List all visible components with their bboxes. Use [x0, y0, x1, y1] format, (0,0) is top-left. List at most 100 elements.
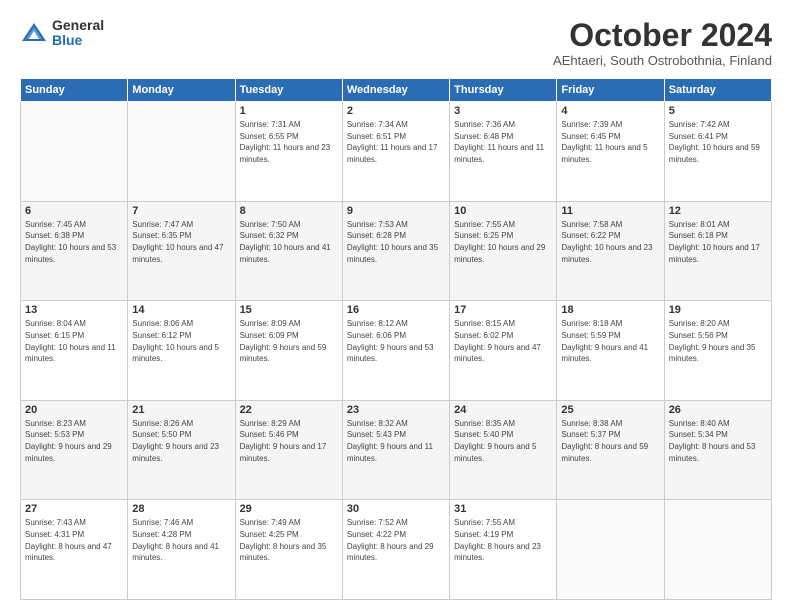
day-number: 6 [25, 205, 123, 217]
calendar-cell: 6Sunrise: 7:45 AM Sunset: 6:38 PM Daylig… [21, 201, 128, 301]
day-number: 16 [347, 304, 445, 316]
day-number: 7 [132, 205, 230, 217]
calendar-week-row: 13 Sunrise: 8:04 AM Sunset: 6:15 PM Dayli… [21, 301, 772, 401]
calendar-cell [557, 500, 664, 600]
calendar-table: SundayMondayTuesdayWednesdayThursdayFrid… [20, 78, 772, 600]
calendar-cell: 31 Sunrise: 7:55 AM Sunset: 4:19 PM Dayli… [450, 500, 557, 600]
day-number: 19 [669, 304, 767, 316]
calendar-cell: 22Sunrise: 8:29 AM Sunset: 5:46 PM Dayli… [235, 400, 342, 500]
day-number: 18 [561, 304, 659, 316]
day-number: 10 [454, 205, 552, 217]
day-info: Sunrise: 8:04 AM Sunset: 6:15 PM Dayligh… [25, 318, 123, 364]
calendar-week-row: 20Sunrise: 8:23 AM Sunset: 5:53 PM Dayli… [21, 400, 772, 500]
logo-blue-label: Blue [52, 33, 104, 48]
calendar-cell: 1Sunrise: 7:31 AM Sunset: 6:55 PM Daylig… [235, 102, 342, 202]
day-info: Sunrise: 7:46 AM Sunset: 4:28 PM Dayligh… [132, 517, 230, 563]
calendar-cell: 20Sunrise: 8:23 AM Sunset: 5:53 PM Dayli… [21, 400, 128, 500]
calendar-cell: 25 Sunrise: 8:38 AM Sunset: 5:37 PM Dayli… [557, 400, 664, 500]
day-number: 1 [240, 105, 338, 117]
logo-icon [20, 19, 48, 47]
day-number: 11 [561, 205, 659, 217]
calendar-cell: 9Sunrise: 7:53 AM Sunset: 6:28 PM Daylig… [342, 201, 449, 301]
calendar-cell: 19 Sunrise: 8:20 AM Sunset: 5:56 PM Dayli… [664, 301, 771, 401]
calendar-cell: 24 Sunrise: 8:35 AM Sunset: 5:40 PM Dayli… [450, 400, 557, 500]
day-info: Sunrise: 8:26 AM Sunset: 5:50 PM Dayligh… [132, 418, 230, 464]
page: General Blue October 2024 AEhtaeri, Sout… [0, 0, 792, 612]
day-info: Sunrise: 8:15 AM Sunset: 6:02 PM Dayligh… [454, 318, 552, 364]
day-info: Sunrise: 7:39 AM Sunset: 6:45 PM Dayligh… [561, 119, 659, 165]
calendar-cell: 18 Sunrise: 8:18 AM Sunset: 5:59 PM Dayli… [557, 301, 664, 401]
header: General Blue October 2024 AEhtaeri, Sout… [20, 18, 772, 68]
day-info: Sunrise: 8:32 AM Sunset: 5:43 PM Dayligh… [347, 418, 445, 464]
day-number: 23 [347, 404, 445, 416]
day-number: 21 [132, 404, 230, 416]
day-number: 25 [561, 404, 659, 416]
day-number: 12 [669, 205, 767, 217]
title-location: AEhtaeri, South Ostrobothnia, Finland [553, 53, 772, 68]
day-info: Sunrise: 8:29 AM Sunset: 5:46 PM Dayligh… [240, 418, 338, 464]
logo-text: General Blue [52, 18, 104, 49]
calendar-cell: 2Sunrise: 7:34 AM Sunset: 6:51 PM Daylig… [342, 102, 449, 202]
col-header-sunday: Sunday [21, 79, 128, 102]
calendar-cell: 4 Sunrise: 7:39 AM Sunset: 6:45 PM Daylig… [557, 102, 664, 202]
calendar-cell: 7Sunrise: 7:47 AM Sunset: 6:35 PM Daylig… [128, 201, 235, 301]
day-info: Sunrise: 7:55 AM Sunset: 4:19 PM Dayligh… [454, 517, 552, 563]
calendar-cell: 15Sunrise: 8:09 AM Sunset: 6:09 PM Dayli… [235, 301, 342, 401]
calendar-cell: 21 Sunrise: 8:26 AM Sunset: 5:50 PM Dayli… [128, 400, 235, 500]
day-number: 17 [454, 304, 552, 316]
day-number: 28 [132, 503, 230, 515]
day-info: Sunrise: 8:20 AM Sunset: 5:56 PM Dayligh… [669, 318, 767, 364]
calendar-cell [664, 500, 771, 600]
title-block: October 2024 AEhtaeri, South Ostrobothni… [553, 18, 772, 68]
calendar-week-row: 6Sunrise: 7:45 AM Sunset: 6:38 PM Daylig… [21, 201, 772, 301]
calendar-cell: 11 Sunrise: 7:58 AM Sunset: 6:22 PM Dayli… [557, 201, 664, 301]
col-header-wednesday: Wednesday [342, 79, 449, 102]
calendar-cell: 13 Sunrise: 8:04 AM Sunset: 6:15 PM Dayli… [21, 301, 128, 401]
title-month: October 2024 [553, 18, 772, 53]
day-number: 2 [347, 105, 445, 117]
day-info: Sunrise: 8:18 AM Sunset: 5:59 PM Dayligh… [561, 318, 659, 364]
day-info: Sunrise: 8:12 AM Sunset: 6:06 PM Dayligh… [347, 318, 445, 364]
day-info: Sunrise: 8:01 AM Sunset: 6:18 PM Dayligh… [669, 219, 767, 265]
logo-general-label: General [52, 18, 104, 33]
calendar-cell [21, 102, 128, 202]
day-number: 29 [240, 503, 338, 515]
calendar-cell: 14Sunrise: 8:06 AM Sunset: 6:12 PM Dayli… [128, 301, 235, 401]
calendar-week-row: 1Sunrise: 7:31 AM Sunset: 6:55 PM Daylig… [21, 102, 772, 202]
day-info: Sunrise: 8:09 AM Sunset: 6:09 PM Dayligh… [240, 318, 338, 364]
col-header-tuesday: Tuesday [235, 79, 342, 102]
day-info: Sunrise: 8:38 AM Sunset: 5:37 PM Dayligh… [561, 418, 659, 464]
calendar-cell: 8 Sunrise: 7:50 AM Sunset: 6:32 PM Daylig… [235, 201, 342, 301]
calendar-cell: 10 Sunrise: 7:55 AM Sunset: 6:25 PM Dayli… [450, 201, 557, 301]
day-info: Sunrise: 8:35 AM Sunset: 5:40 PM Dayligh… [454, 418, 552, 464]
day-info: Sunrise: 7:36 AM Sunset: 6:48 PM Dayligh… [454, 119, 552, 165]
calendar-cell: 5Sunrise: 7:42 AM Sunset: 6:41 PM Daylig… [664, 102, 771, 202]
day-number: 24 [454, 404, 552, 416]
calendar-cell: 3Sunrise: 7:36 AM Sunset: 6:48 PM Daylig… [450, 102, 557, 202]
calendar-cell [128, 102, 235, 202]
calendar-cell: 29 Sunrise: 7:49 AM Sunset: 4:25 PM Dayli… [235, 500, 342, 600]
day-number: 31 [454, 503, 552, 515]
calendar-cell: 12 Sunrise: 8:01 AM Sunset: 6:18 PM Dayli… [664, 201, 771, 301]
logo: General Blue [20, 18, 104, 49]
day-number: 8 [240, 205, 338, 217]
day-info: Sunrise: 8:06 AM Sunset: 6:12 PM Dayligh… [132, 318, 230, 364]
day-number: 13 [25, 304, 123, 316]
col-header-friday: Friday [557, 79, 664, 102]
day-number: 4 [561, 105, 659, 117]
col-header-monday: Monday [128, 79, 235, 102]
calendar-cell: 17 Sunrise: 8:15 AM Sunset: 6:02 PM Dayli… [450, 301, 557, 401]
calendar-cell: 27 Sunrise: 7:43 AM Sunset: 4:31 PM Dayli… [21, 500, 128, 600]
calendar-cell: 30Sunrise: 7:52 AM Sunset: 4:22 PM Dayli… [342, 500, 449, 600]
day-number: 27 [25, 503, 123, 515]
day-info: Sunrise: 7:43 AM Sunset: 4:31 PM Dayligh… [25, 517, 123, 563]
day-info: Sunrise: 7:52 AM Sunset: 4:22 PM Dayligh… [347, 517, 445, 563]
calendar-header-row: SundayMondayTuesdayWednesdayThursdayFrid… [21, 79, 772, 102]
day-number: 20 [25, 404, 123, 416]
day-info: Sunrise: 7:50 AM Sunset: 6:32 PM Dayligh… [240, 219, 338, 265]
day-info: Sunrise: 7:53 AM Sunset: 6:28 PM Dayligh… [347, 219, 445, 265]
calendar-cell: 26Sunrise: 8:40 AM Sunset: 5:34 PM Dayli… [664, 400, 771, 500]
day-info: Sunrise: 7:55 AM Sunset: 6:25 PM Dayligh… [454, 219, 552, 265]
day-info: Sunrise: 7:49 AM Sunset: 4:25 PM Dayligh… [240, 517, 338, 563]
day-info: Sunrise: 7:58 AM Sunset: 6:22 PM Dayligh… [561, 219, 659, 265]
